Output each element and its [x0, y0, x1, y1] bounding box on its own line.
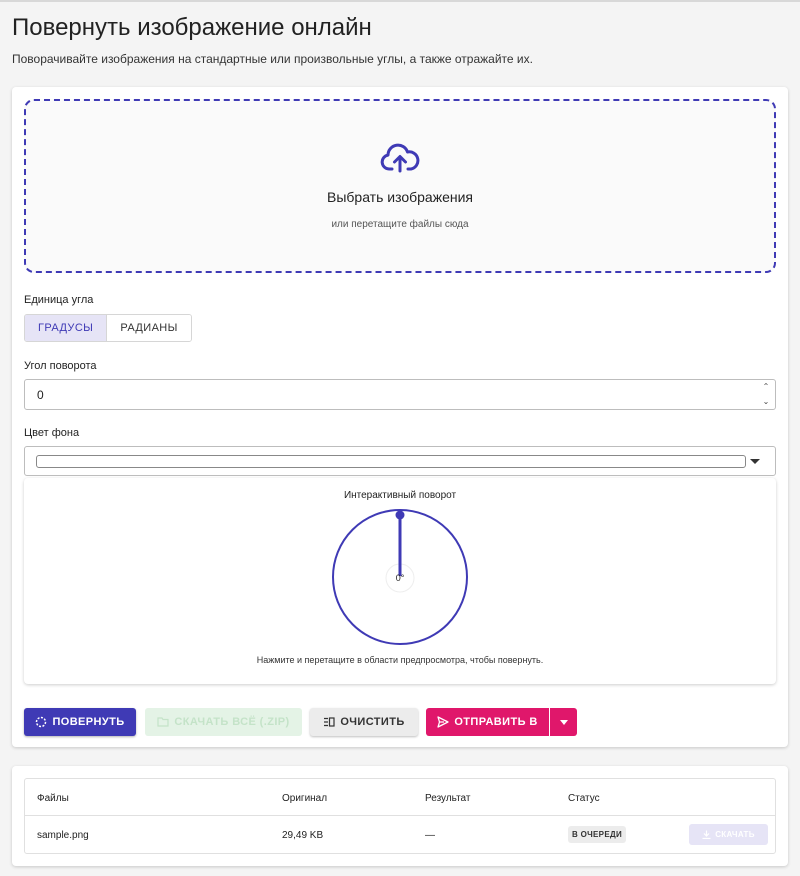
result-size: —: [425, 830, 435, 841]
download-icon: [702, 830, 711, 839]
cloud-upload-icon: [380, 143, 420, 173]
column-files: Файлы: [37, 793, 69, 804]
files-card: Файлы Оригинал Результат Статус sample.p…: [12, 766, 788, 866]
angle-stepper[interactable]: ⌃ ⌄: [761, 382, 771, 407]
angle-unit-degrees[interactable]: ГРАДУСЫ: [25, 315, 108, 341]
interactive-preview[interactable]: Интерактивный поворот 0° Нажмите и перет…: [24, 478, 776, 684]
angle-unit-toggle: ГРАДУСЫ РАДИАНЫ: [24, 314, 192, 342]
preview-hint: Нажмите и перетащите в области предпросм…: [256, 655, 544, 665]
download-file-button[interactable]: СКАЧАТЬ: [689, 824, 768, 845]
dial-handle-knob: [395, 510, 405, 520]
table-row: sample.png 29,49 KB — В ОЧЕРЕДИ СКАЧАТЬ: [25, 816, 775, 854]
clear-label: ОЧИСТИТЬ: [340, 716, 405, 728]
column-result: Результат: [425, 793, 471, 804]
angle-readout: 0°: [396, 573, 405, 583]
settings-card: Выбрать изображения или перетащите файлы…: [12, 87, 788, 747]
background-color-select[interactable]: [24, 446, 776, 476]
dropzone-hint: или перетащите файлы сюда: [331, 219, 469, 230]
angle-unit-radians[interactable]: РАДИАНЫ: [107, 315, 191, 341]
rotate-button[interactable]: ПОВЕРНУТЬ: [24, 708, 136, 736]
stepper-down-icon[interactable]: ⌄: [761, 397, 771, 407]
download-zip-button[interactable]: СКАЧАТЬ ВСЁ (.ZIP): [145, 708, 302, 736]
page-subtitle: Поворачивайте изображения на стандартные…: [12, 52, 533, 66]
stepper-up-icon[interactable]: ⌃: [761, 382, 771, 392]
rotation-angle-input[interactable]: 0 ⌃ ⌄: [24, 379, 776, 410]
clear-list-icon: [324, 717, 335, 727]
rotation-dial[interactable]: 0°: [331, 508, 469, 646]
angle-unit-label: Единица угла: [24, 294, 94, 306]
caret-down-icon: [559, 719, 568, 725]
download-file-label: СКАЧАТЬ: [715, 830, 755, 839]
file-name: sample.png: [37, 830, 89, 841]
files-table: Файлы Оригинал Результат Статус sample.p…: [24, 778, 776, 854]
rotate-icon: [36, 716, 47, 728]
column-original: Оригинал: [282, 793, 328, 804]
send-to-label: ОТПРАВИТЬ В: [454, 716, 538, 728]
folder-icon: [157, 717, 170, 727]
image-dropzone[interactable]: Выбрать изображения или перетащите файлы…: [24, 99, 776, 273]
download-zip-label: СКАЧАТЬ ВСЁ (.ZIP): [174, 716, 290, 728]
dropzone-title: Выбрать изображения: [326, 189, 474, 205]
rotation-angle-label: Угол поворота: [24, 360, 97, 372]
background-color-label: Цвет фона: [24, 427, 80, 439]
chevron-down-icon: [750, 459, 760, 464]
rotate-label: ПОВЕРНУТЬ: [52, 716, 125, 728]
original-size: 29,49 KB: [282, 830, 324, 841]
send-icon: [437, 716, 449, 728]
color-swatch: [36, 455, 746, 468]
status-badge: В ОЧЕРЕДИ: [568, 826, 627, 843]
rotation-angle-value: 0: [37, 387, 44, 402]
preview-title: Интерактивный поворот: [343, 490, 457, 501]
column-status: Статус: [568, 793, 600, 804]
table-header: Файлы Оригинал Результат Статус: [25, 779, 775, 816]
send-to-button[interactable]: ОТПРАВИТЬ В: [426, 708, 549, 736]
page-title: Повернуть изображение онлайн: [12, 14, 372, 41]
clear-button[interactable]: ОЧИСТИТЬ: [310, 708, 418, 736]
send-to-dropdown[interactable]: [550, 708, 577, 736]
